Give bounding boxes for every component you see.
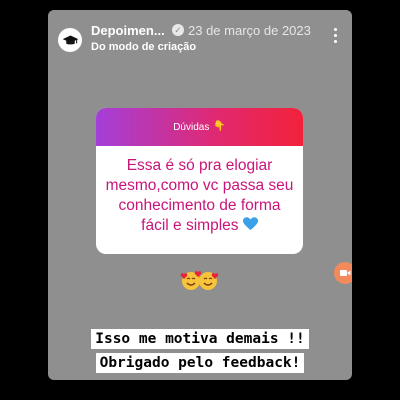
answer-text: Essa é só pra elogiar mesmo,como vc pass… bbox=[105, 157, 294, 234]
story-card: Depoimen... ✓ 23 de março de 2023 Do mod… bbox=[48, 10, 352, 380]
pointing-down-icon: 👇 bbox=[213, 121, 226, 132]
question-sticker: Dúvidas 👇 Essa é só pra elogiar mesmo,co… bbox=[96, 108, 303, 254]
profile-avatar[interactable] bbox=[58, 28, 82, 52]
video-camera-icon bbox=[340, 270, 351, 276]
question-title: Dúvidas bbox=[173, 121, 210, 133]
more-vertical-icon bbox=[334, 28, 337, 31]
question-answer: Essa é só pra elogiar mesmo,como vc pass… bbox=[96, 146, 303, 236]
video-button[interactable] bbox=[334, 262, 352, 284]
post-date: 23 de março de 2023 bbox=[188, 23, 311, 38]
smiling-hearts-emoji-icon bbox=[180, 271, 219, 290]
more-options-button[interactable] bbox=[334, 28, 338, 44]
blue-heart-icon bbox=[242, 217, 258, 230]
story-header: Depoimen... ✓ 23 de março de 2023 Do mod… bbox=[48, 10, 352, 58]
graduation-cap-icon bbox=[62, 35, 78, 44]
creator-mode-label: Do modo de criação bbox=[91, 41, 197, 53]
question-header: Dúvidas 👇 bbox=[96, 108, 303, 146]
verified-badge-icon: ✓ bbox=[172, 24, 184, 36]
username[interactable]: Depoimen... bbox=[91, 23, 165, 38]
caption-line-2: Obrigado pelo feedback! bbox=[48, 353, 352, 373]
caption-line-1: Isso me motiva demais !! bbox=[48, 329, 352, 349]
